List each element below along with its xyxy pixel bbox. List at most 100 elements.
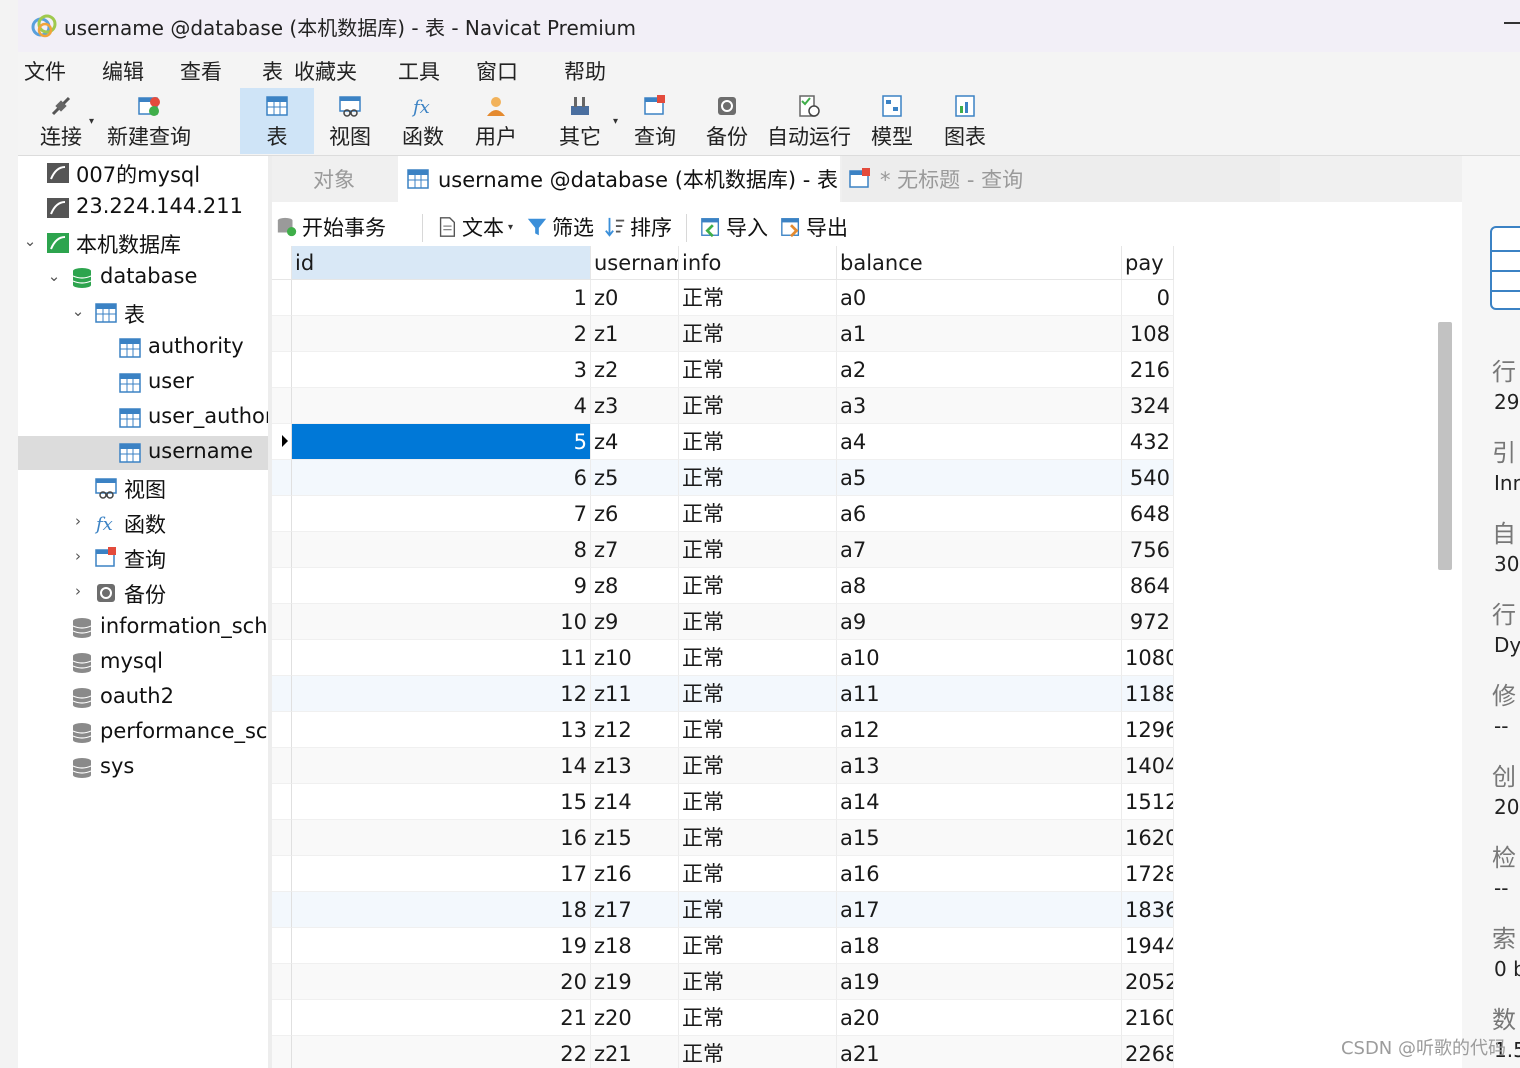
connect-dropdown-icon[interactable]: ▾ (89, 116, 94, 127)
menu-file[interactable]: 文件 (24, 56, 66, 86)
row-indicator[interactable] (272, 388, 292, 424)
cell-pay[interactable]: 1404 (1122, 748, 1174, 784)
tree-db-mysql[interactable]: mysql (18, 646, 268, 680)
menu-view[interactable]: 查看 (180, 56, 222, 86)
query-tool-button[interactable]: 查询 (624, 88, 686, 154)
cell-pay[interactable]: 540 (1122, 460, 1174, 496)
chevron-right-icon[interactable]: › (70, 512, 86, 530)
chevron-right-icon[interactable]: › (70, 547, 86, 565)
cell-pay[interactable]: 1944 (1122, 928, 1174, 964)
cell-id[interactable]: 5 (292, 424, 591, 460)
cell-username[interactable]: z19 (591, 964, 679, 1000)
cell-username[interactable]: z5 (591, 460, 679, 496)
row-indicator[interactable] (272, 532, 292, 568)
cell-pay[interactable]: 1188 (1122, 676, 1174, 712)
begin-transaction-button[interactable]: 开始事务 (276, 212, 386, 242)
minimize-icon[interactable] (1504, 22, 1520, 24)
cell-id[interactable]: 16 (292, 820, 591, 856)
cell-id[interactable]: 17 (292, 856, 591, 892)
row-indicator[interactable] (272, 604, 292, 640)
cell-balance[interactable]: a2 (837, 352, 1122, 388)
cell-id[interactable]: 11 (292, 640, 591, 676)
tree-table-user[interactable]: user (18, 366, 268, 400)
cell-username[interactable]: z6 (591, 496, 679, 532)
cell-pay[interactable]: 1080 (1122, 640, 1174, 676)
cell-pay[interactable]: 2160 (1122, 1000, 1174, 1036)
cell-balance[interactable]: a15 (837, 820, 1122, 856)
table-row[interactable]: 15 z14 正常 a14 1512 (272, 784, 1462, 820)
cell-balance[interactable]: a6 (837, 496, 1122, 532)
row-indicator[interactable] (272, 460, 292, 496)
table-row[interactable]: 9 z8 正常 a8 864 (272, 568, 1462, 604)
cell-pay[interactable]: 108 (1122, 316, 1174, 352)
table-row[interactable]: 8 z7 正常 a7 756 (272, 532, 1462, 568)
text-dropdown-icon[interactable]: ▾ (508, 222, 513, 233)
cell-info[interactable]: 正常 (679, 388, 837, 424)
row-indicator[interactable] (272, 892, 292, 928)
cell-id[interactable]: 9 (292, 568, 591, 604)
column-header-info[interactable]: info (679, 246, 837, 280)
row-indicator[interactable] (272, 640, 292, 676)
table-row[interactable]: 11 z10 正常 a10 1080 (272, 640, 1462, 676)
table-row[interactable]: 19 z18 正常 a18 1944 (272, 928, 1462, 964)
cell-info[interactable]: 正常 (679, 820, 837, 856)
cell-balance[interactable]: a4 (837, 424, 1122, 460)
cell-username[interactable]: z11 (591, 676, 679, 712)
table-row[interactable]: 12 z11 正常 a11 1188 (272, 676, 1462, 712)
cell-balance[interactable]: a16 (837, 856, 1122, 892)
cell-pay[interactable]: 756 (1122, 532, 1174, 568)
table-row[interactable]: 17 z16 正常 a16 1728 (272, 856, 1462, 892)
cell-info[interactable]: 正常 (679, 280, 837, 316)
column-header-pay[interactable]: pay (1122, 246, 1174, 280)
cell-username[interactable]: z20 (591, 1000, 679, 1036)
chevron-down-icon[interactable]: ⌄ (46, 267, 62, 285)
cell-pay[interactable]: 2268 (1122, 1036, 1174, 1068)
cell-id[interactable]: 3 (292, 352, 591, 388)
cell-username[interactable]: z10 (591, 640, 679, 676)
cell-balance[interactable]: a17 (837, 892, 1122, 928)
table-row[interactable]: 1 z0 正常 a0 0 (272, 280, 1462, 316)
row-indicator[interactable] (272, 496, 292, 532)
row-indicator[interactable] (272, 928, 292, 964)
cell-info[interactable]: 正常 (679, 964, 837, 1000)
vertical-scrollbar[interactable] (1436, 246, 1462, 1068)
function-tool-button[interactable]: fx 函数 (390, 88, 456, 154)
cell-info[interactable]: 正常 (679, 316, 837, 352)
cell-info[interactable]: 正常 (679, 928, 837, 964)
row-indicator[interactable] (272, 676, 292, 712)
other-dropdown-icon[interactable]: ▾ (613, 116, 618, 127)
cell-id[interactable]: 20 (292, 964, 591, 1000)
cell-id[interactable]: 15 (292, 784, 591, 820)
tree-backups-group[interactable]: › 备份 (18, 576, 268, 610)
cell-info[interactable]: 正常 (679, 352, 837, 388)
cell-pay[interactable]: 432 (1122, 424, 1174, 460)
new-query-button[interactable]: 新建查询 (104, 88, 194, 154)
cell-username[interactable]: z8 (591, 568, 679, 604)
cell-username[interactable]: z7 (591, 532, 679, 568)
cell-id[interactable]: 7 (292, 496, 591, 532)
tree-table-username[interactable]: username (18, 436, 268, 470)
cell-info[interactable]: 正常 (679, 604, 837, 640)
tree-table-user-author[interactable]: user_author (18, 401, 268, 435)
cell-pay[interactable]: 1836 (1122, 892, 1174, 928)
cell-info[interactable]: 正常 (679, 532, 837, 568)
user-tool-button[interactable]: 用户 (464, 88, 528, 154)
cell-username[interactable]: z12 (591, 712, 679, 748)
cell-info[interactable]: 正常 (679, 784, 837, 820)
table-row[interactable]: 21 z20 正常 a20 2160 (272, 1000, 1462, 1036)
cell-id[interactable]: 6 (292, 460, 591, 496)
cell-info[interactable]: 正常 (679, 496, 837, 532)
table-row[interactable]: 14 z13 正常 a13 1404 (272, 748, 1462, 784)
tree-queries-group[interactable]: › 查询 (18, 541, 268, 575)
menu-table[interactable]: 表 (262, 56, 283, 86)
table-row[interactable]: 20 z19 正常 a19 2052 (272, 964, 1462, 1000)
cell-pay[interactable]: 216 (1122, 352, 1174, 388)
cell-info[interactable]: 正常 (679, 892, 837, 928)
cell-username[interactable]: z16 (591, 856, 679, 892)
table-row[interactable]: 10 z9 正常 a9 972 (272, 604, 1462, 640)
cell-pay[interactable]: 972 (1122, 604, 1174, 640)
tab-untitled-query[interactable]: * 无标题 - 查询 (842, 156, 1280, 202)
tree-connection-remote[interactable]: 23.224.144.211 (18, 191, 268, 225)
tree-db-oauth2[interactable]: oauth2 (18, 681, 268, 715)
cell-username[interactable]: z3 (591, 388, 679, 424)
